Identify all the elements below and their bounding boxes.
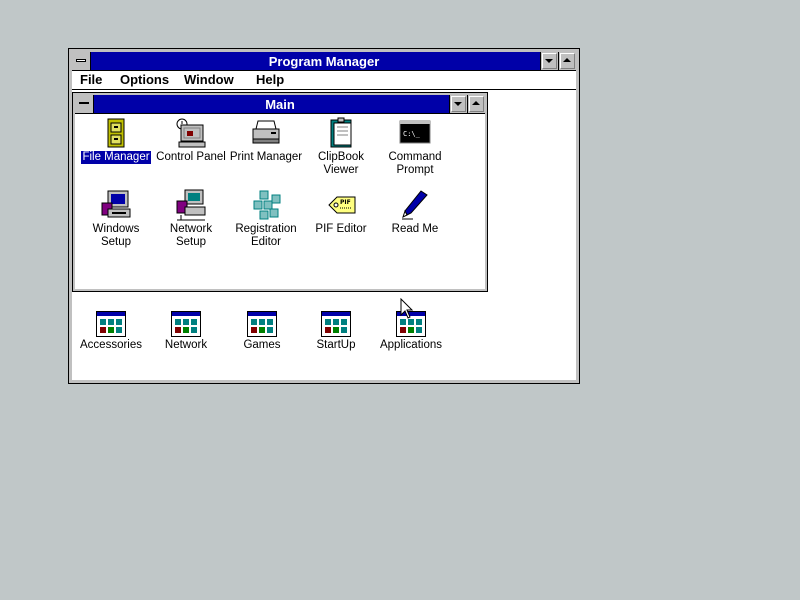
clipbook-icon — [325, 117, 357, 149]
main-group-window[interactable]: Main File Manager Control Panel Print Ma… — [72, 92, 488, 292]
read-me-item[interactable]: Read Me — [377, 189, 453, 236]
main-maximize-button[interactable] — [467, 95, 485, 113]
registry-cubes-icon — [250, 189, 282, 221]
minimize-arrow-icon — [454, 102, 462, 106]
icon-label: Network Setup — [169, 223, 213, 248]
menu-window[interactable]: Window — [184, 72, 234, 87]
windows-setup-icon — [100, 189, 132, 221]
group-label: StartUp — [316, 339, 356, 351]
printer-icon — [250, 117, 282, 149]
main-title: Main — [265, 97, 295, 112]
group-label: Network — [164, 339, 208, 351]
program-manager-titlebar[interactable]: Program Manager — [72, 52, 576, 71]
group-label: Applications — [379, 339, 442, 351]
pen-icon — [399, 189, 431, 221]
clipbook-viewer-item[interactable]: ClipBook Viewer — [303, 117, 379, 177]
menu-options[interactable]: Options — [120, 72, 169, 87]
network-setup-item[interactable]: Network Setup — [153, 189, 229, 249]
mouse-cursor-icon — [400, 298, 414, 319]
group-accessories[interactable]: Accessories — [73, 311, 149, 352]
maximize-arrow-icon — [472, 101, 480, 105]
group-startup[interactable]: StartUp — [298, 311, 374, 352]
icon-label: Read Me — [391, 223, 439, 235]
group-network[interactable]: Network — [148, 311, 224, 352]
system-menu-icon — [79, 102, 89, 104]
windows-setup-item[interactable]: Windows Setup — [78, 189, 154, 249]
main-system-menu-button[interactable] — [75, 95, 94, 113]
icon-label: ClipBook Viewer — [317, 151, 365, 176]
pif-tag-icon: PIF — [325, 189, 357, 221]
maximize-button[interactable] — [558, 52, 576, 70]
program-group-icon — [321, 311, 351, 337]
command-prompt-screen-text: C:\_ — [403, 130, 421, 138]
system-menu-button[interactable] — [72, 52, 91, 70]
program-group-icon — [171, 311, 201, 337]
menu-bar: File Options Window Help — [72, 71, 576, 90]
program-group-icon — [96, 311, 126, 337]
icon-label: Windows Setup — [92, 223, 140, 248]
group-label: Accessories — [80, 339, 142, 351]
menu-file[interactable]: File — [80, 72, 102, 87]
main-minimize-button[interactable] — [449, 95, 467, 113]
icon-label: Control Panel — [156, 151, 226, 163]
main-titlebar[interactable]: Main — [75, 95, 485, 114]
network-setup-icon — [175, 189, 207, 221]
registration-editor-item[interactable]: Registration Editor — [228, 189, 304, 249]
program-manager-title: Program Manager — [268, 54, 380, 69]
pif-tag-text: PIF — [340, 199, 351, 206]
control-panel-item[interactable]: Control Panel — [153, 117, 229, 164]
file-manager-item[interactable]: File Manager — [78, 117, 154, 165]
maximize-arrow-icon — [563, 58, 571, 62]
group-label: Games — [243, 339, 281, 351]
system-menu-icon — [76, 59, 86, 62]
print-manager-item[interactable]: Print Manager — [228, 117, 304, 164]
group-games[interactable]: Games — [224, 311, 300, 352]
command-prompt-icon: C:\_ — [399, 117, 431, 149]
command-prompt-item[interactable]: C:\_ Command Prompt — [377, 117, 453, 177]
program-group-icon — [247, 311, 277, 337]
icon-label: Registration Editor — [235, 223, 297, 248]
icon-label: PIF Editor — [315, 223, 367, 235]
icon-label: Command Prompt — [388, 151, 442, 176]
icon-label: Print Manager — [229, 151, 303, 163]
pif-editor-item[interactable]: PIF PIF Editor — [303, 189, 379, 236]
menu-help[interactable]: Help — [256, 72, 284, 87]
icon-label: File Manager — [80, 150, 152, 165]
minimize-button[interactable] — [540, 52, 558, 70]
file-cabinet-icon — [100, 117, 132, 149]
control-panel-icon — [175, 117, 207, 149]
minimize-arrow-icon — [545, 59, 553, 63]
